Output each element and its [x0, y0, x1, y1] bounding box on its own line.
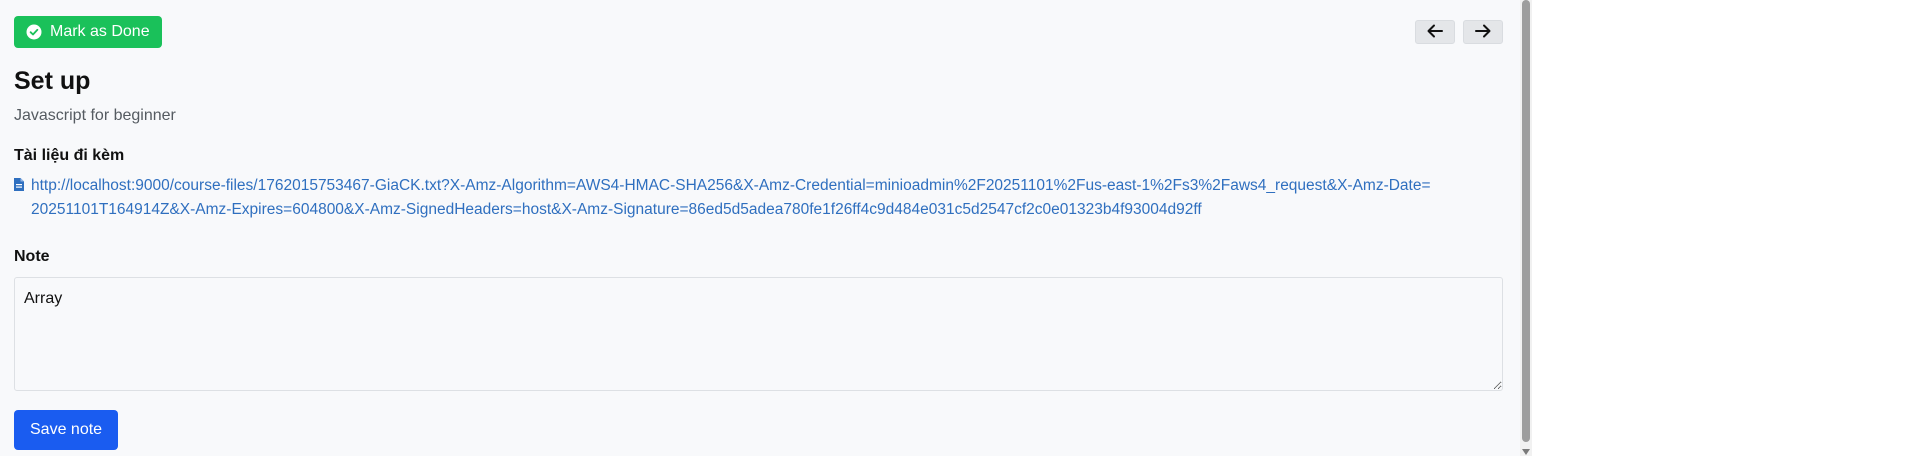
lesson-navigation — [1415, 20, 1503, 44]
vertical-scrollbar[interactable] — [1520, 0, 1532, 456]
mark-as-done-button[interactable]: Mark as Done — [14, 16, 162, 48]
attachment-link[interactable]: http://localhost:9000/course-files/17620… — [31, 174, 1431, 222]
course-name: Javascript for beginner — [14, 107, 176, 124]
note-heading: Note — [14, 248, 50, 265]
note-textarea[interactable]: Array — [14, 277, 1503, 391]
attachment-item: http://localhost:9000/course-files/17620… — [14, 174, 1503, 222]
mark-as-done-label: Mark as Done — [50, 23, 150, 40]
arrow-right-icon — [1475, 24, 1491, 41]
next-lesson-button[interactable] — [1463, 20, 1503, 44]
lesson-page: Mark as Done Set up Javascript for begin… — [0, 0, 1520, 456]
lesson-toolbar: Mark as Done — [14, 16, 1503, 48]
scroll-down-arrow-icon[interactable] — [1522, 449, 1530, 455]
attachments-heading: Tài liệu đi kèm — [14, 147, 125, 164]
file-icon — [14, 178, 24, 191]
arrow-left-icon — [1427, 24, 1443, 41]
check-circle-icon — [26, 24, 42, 40]
lesson-content: Mark as Done Set up Javascript for begin… — [14, 16, 1503, 450]
previous-lesson-button[interactable] — [1415, 20, 1455, 44]
lesson-title: Set up — [14, 67, 91, 95]
scrollbar-thumb[interactable] — [1522, 0, 1530, 442]
save-note-button[interactable]: Save note — [14, 410, 119, 450]
